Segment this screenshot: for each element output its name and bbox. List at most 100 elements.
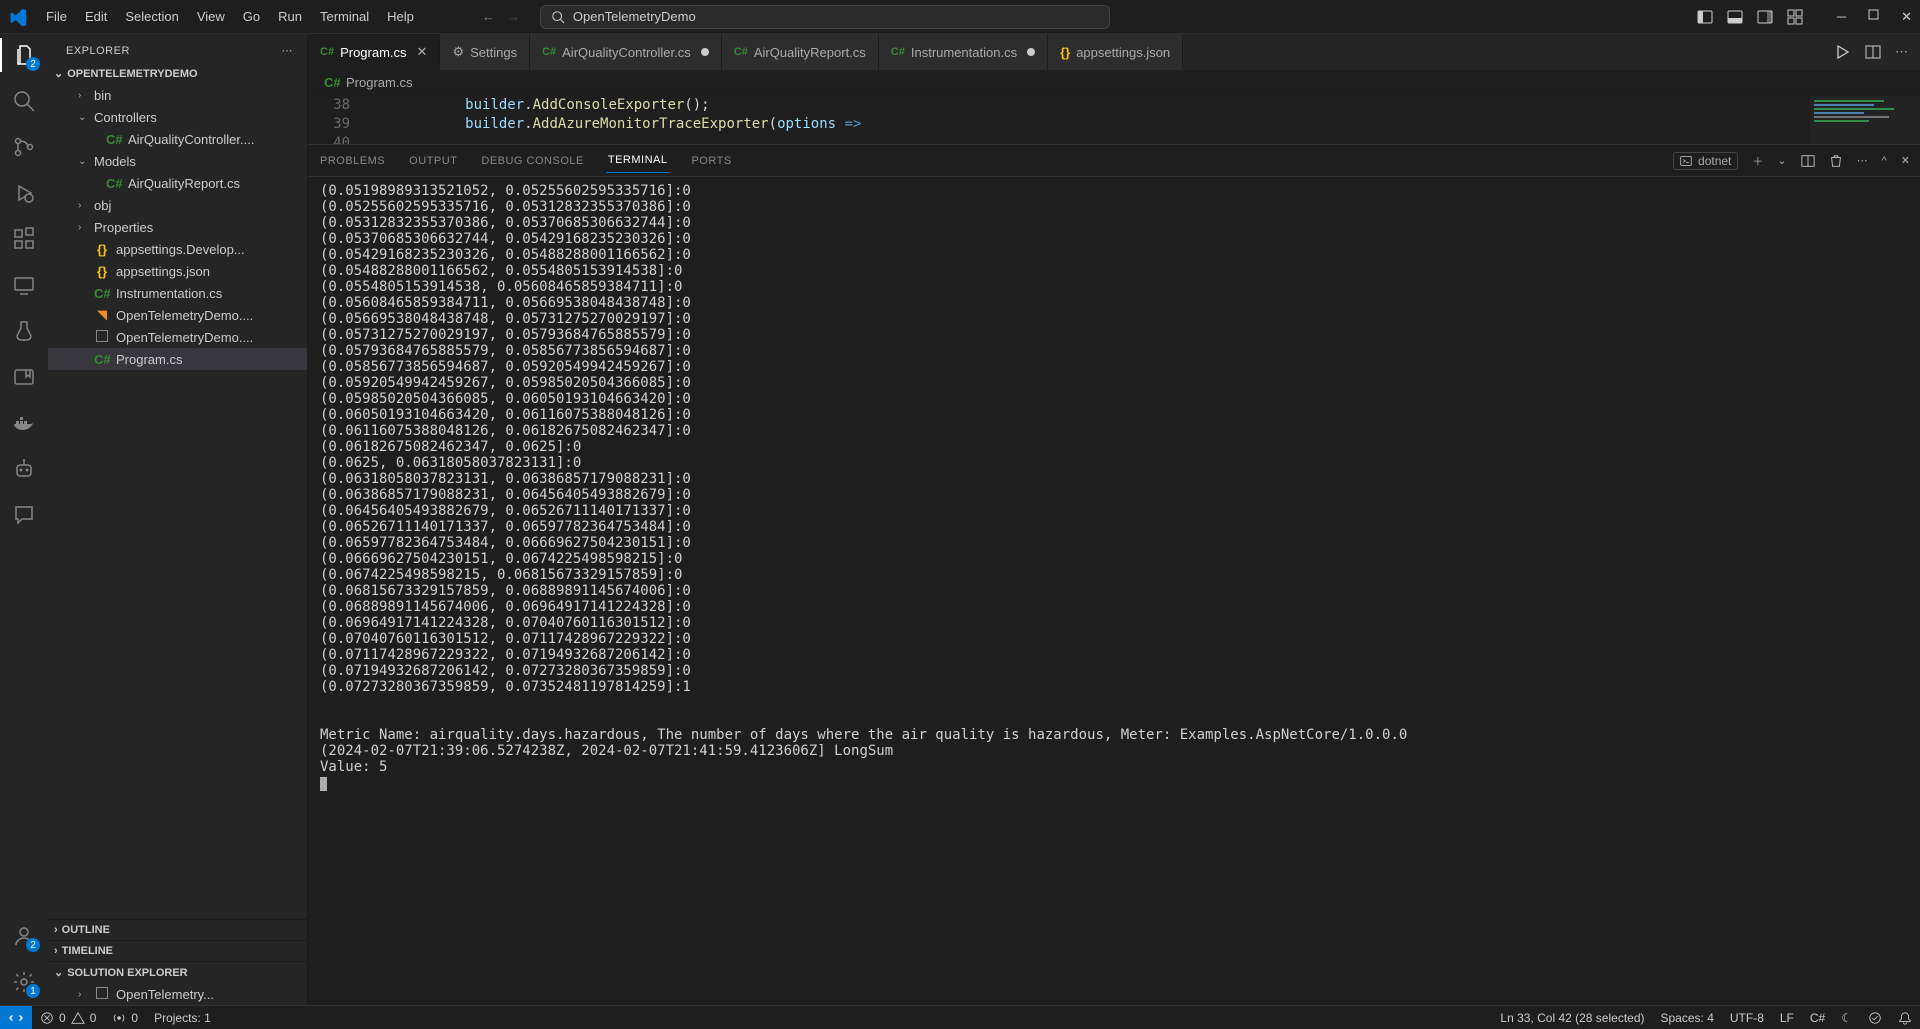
editor-tab[interactable]: C#Instrumentation.cs	[879, 34, 1048, 70]
editor-tab[interactable]: C#AirQualityReport.cs	[722, 34, 879, 70]
layout-customize-icon[interactable]	[1787, 9, 1803, 25]
activity-settings-icon[interactable]: 1	[11, 969, 37, 995]
activity-robot-icon[interactable]	[11, 456, 37, 482]
editor-tab[interactable]: ⚙Settings	[440, 34, 530, 70]
layout-bottom-icon[interactable]	[1727, 9, 1743, 25]
new-terminal-icon[interactable]: ＋	[1752, 153, 1763, 169]
nav-back-icon[interactable]: ←	[482, 9, 495, 24]
status-bell-icon[interactable]	[1890, 1011, 1920, 1025]
activity-testing-icon[interactable]	[11, 318, 37, 344]
menu-selection[interactable]: Selection	[117, 5, 186, 28]
activity-extensions-icon[interactable]	[11, 226, 37, 252]
chevron-right-icon: ›	[78, 90, 88, 101]
more-icon[interactable]: ⋯	[1895, 44, 1908, 60]
menu-file[interactable]: File	[38, 5, 75, 28]
split-editor-icon[interactable]	[1865, 44, 1881, 60]
panel-tab-problems[interactable]: PROBLEMS	[318, 149, 387, 173]
editor-body[interactable]: 38 39 40 builder.AddConsoleExporter(); b…	[308, 96, 1920, 144]
tree-folder[interactable]: ⌄Models	[48, 150, 307, 172]
menu-edit[interactable]: Edit	[77, 5, 115, 28]
activity-search-icon[interactable]	[11, 88, 37, 114]
tree-file[interactable]: C#Program.cs	[48, 348, 307, 370]
chevron-down-icon: ⌄	[54, 67, 63, 80]
menu-view[interactable]: View	[189, 5, 233, 28]
remote-button[interactable]	[0, 1006, 32, 1029]
nav-forward-icon[interactable]: →	[507, 9, 520, 24]
menu-run[interactable]: Run	[270, 5, 310, 28]
activity-bookmark-icon[interactable]	[11, 364, 37, 390]
tree-file[interactable]: C#AirQualityReport.cs	[48, 172, 307, 194]
tree-label: bin	[94, 88, 111, 103]
tree-folder[interactable]: › bin	[48, 84, 307, 106]
timeline-section[interactable]: › TIMELINE	[48, 940, 307, 961]
outline-section[interactable]: › OUTLINE	[48, 919, 307, 940]
menu-terminal[interactable]: Terminal	[312, 5, 377, 28]
tree-folder[interactable]: ›Properties	[48, 216, 307, 238]
sidebar-more-icon[interactable]: ⋯	[282, 44, 294, 57]
tree-file[interactable]: C#Instrumentation.cs	[48, 282, 307, 304]
vscode-logo-icon	[8, 7, 28, 27]
activity-docker-icon[interactable]	[11, 410, 37, 436]
activity-debug-icon[interactable]	[11, 180, 37, 206]
status-prettier-icon[interactable]	[1860, 1011, 1890, 1025]
breadcrumb[interactable]: C# Program.cs	[308, 70, 1920, 96]
terminal-shell[interactable]: dotnet	[1673, 152, 1738, 170]
status-cursor[interactable]: Ln 33, Col 42 (28 selected)	[1492, 1011, 1652, 1025]
code[interactable]: builder.AddConsoleExporter(); builder.Ad…	[364, 96, 1920, 144]
panel-tab-terminal[interactable]: TERMINAL	[606, 148, 670, 173]
activity-remote-icon[interactable]	[11, 272, 37, 298]
panel-tab-output[interactable]: OUTPUT	[407, 149, 459, 173]
status-lang[interactable]: C#	[1802, 1011, 1833, 1025]
menu-help[interactable]: Help	[379, 5, 422, 28]
layout-right-icon[interactable]	[1757, 9, 1773, 25]
gutter: 38 39 40	[308, 96, 364, 144]
status-ports[interactable]: 0	[104, 1011, 146, 1025]
panel-tab-ports[interactable]: PORTS	[689, 149, 733, 173]
tree-folder[interactable]: ⌄Controllers	[48, 106, 307, 128]
tree-file[interactable]: OpenTelemetryDemo....	[48, 326, 307, 348]
solution-explorer-section[interactable]: ⌄ SOLUTION EXPLORER	[48, 961, 307, 983]
status-moon-icon[interactable]: ☾	[1833, 1011, 1860, 1025]
project-header[interactable]: ⌄ OPENTELEMETRYDEMO	[48, 63, 307, 84]
status-spaces[interactable]: Spaces: 4	[1653, 1011, 1722, 1025]
layout-left-icon[interactable]	[1697, 9, 1713, 25]
json-file-icon: {}	[94, 264, 110, 279]
tab-close-icon[interactable]: ✕	[417, 44, 428, 60]
menu-go[interactable]: Go	[235, 5, 268, 28]
status-projects[interactable]: Projects: 1	[146, 1011, 219, 1025]
split-terminal-icon[interactable]	[1801, 154, 1815, 168]
tree-file[interactable]: C#AirQualityController....	[48, 128, 307, 150]
minimize-icon[interactable]: ─	[1837, 9, 1846, 25]
editor-tab[interactable]: C#Program.cs✕	[308, 34, 440, 70]
activity-account-icon[interactable]: 2	[11, 923, 37, 949]
tree-file[interactable]: {}appsettings.json	[48, 260, 307, 282]
minimap[interactable]	[1810, 96, 1920, 144]
close-icon[interactable]: ✕	[1901, 9, 1912, 25]
activity-comment-icon[interactable]	[11, 502, 37, 528]
maximize-panel-icon[interactable]: ^	[1882, 155, 1887, 167]
terminal-output[interactable]: (0.05198989313521052, 0.0525560259533571…	[308, 177, 1920, 1005]
activity-scm-icon[interactable]	[11, 134, 37, 160]
chevron-down-icon[interactable]: ⌄	[1777, 154, 1786, 167]
tree-folder[interactable]: ›obj	[48, 194, 307, 216]
status-encoding[interactable]: UTF-8	[1722, 1011, 1772, 1025]
run-icon[interactable]	[1835, 44, 1851, 60]
kill-terminal-icon[interactable]	[1829, 154, 1843, 168]
panel-tab-debug[interactable]: DEBUG CONSOLE	[479, 149, 585, 173]
status-errors[interactable]: 0 0	[32, 1011, 104, 1025]
maximize-icon[interactable]	[1868, 9, 1879, 25]
more-icon[interactable]: ⋯	[1857, 154, 1868, 167]
tree-file[interactable]: {}appsettings.Develop...	[48, 238, 307, 260]
chevron-down-icon: ⌄	[78, 156, 88, 167]
status-eol[interactable]: LF	[1772, 1011, 1802, 1025]
tree-label: Properties	[94, 220, 153, 235]
command-center[interactable]: OpenTelemetryDemo	[540, 5, 1110, 29]
csharp-file-icon: C#	[324, 75, 340, 90]
solution-item[interactable]: › OpenTelemetry...	[48, 983, 307, 1005]
editor-tab[interactable]: C#AirQualityController.cs	[530, 34, 722, 70]
activity-explorer-icon[interactable]: 2	[11, 42, 37, 68]
editor-tab[interactable]: {}appsettings.json	[1048, 34, 1183, 70]
tree-file[interactable]: ◥OpenTelemetryDemo....	[48, 304, 307, 326]
status-bar: 0 0 0 Projects: 1 Ln 33, Col 42 (28 sele…	[0, 1005, 1920, 1029]
close-panel-icon[interactable]: ✕	[1901, 154, 1910, 167]
